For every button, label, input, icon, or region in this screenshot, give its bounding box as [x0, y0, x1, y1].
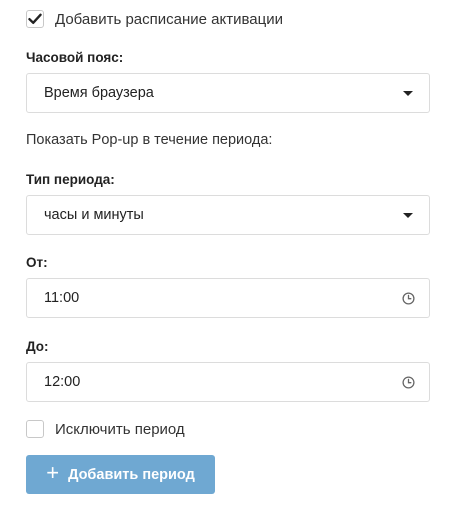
plus-icon: +: [46, 460, 60, 485]
timezone-select[interactable]: Время браузера: [26, 73, 430, 113]
exclude-period-label: Исключить период: [55, 420, 185, 438]
to-label: До:: [26, 339, 49, 354]
exclude-period-checkbox[interactable]: [26, 420, 44, 438]
from-time-input[interactable]: 11:00: [26, 278, 430, 318]
to-time-value: 12:00: [44, 374, 81, 390]
period-type-label: Тип периода:: [26, 172, 115, 187]
clock-icon[interactable]: [402, 291, 415, 305]
add-period-button[interactable]: + Добавить период: [26, 455, 215, 494]
from-time-value: 11:00: [44, 290, 80, 306]
add-period-label: Добавить период: [68, 466, 195, 483]
timezone-value: Время браузера: [44, 85, 154, 101]
clock-icon[interactable]: [402, 375, 415, 389]
chevron-down-icon: [403, 212, 413, 218]
activation-schedule-form: Добавить расписание активации Часовой по…: [0, 0, 456, 505]
from-label: От:: [26, 255, 48, 270]
enable-schedule-checkbox[interactable]: [26, 10, 44, 28]
chevron-down-icon: [403, 90, 413, 96]
exclude-period-row[interactable]: Исключить период: [26, 420, 185, 438]
enable-schedule-label: Добавить расписание активации: [55, 10, 283, 28]
enable-schedule-row[interactable]: Добавить расписание активации: [26, 10, 283, 28]
period-type-value: часы и минуты: [44, 207, 144, 223]
period-heading: Показать Pop-up в течение периода:: [26, 132, 273, 148]
to-time-input[interactable]: 12:00: [26, 362, 430, 402]
checkmark-icon: [28, 13, 42, 24]
timezone-label: Часовой пояс:: [26, 50, 124, 65]
period-type-select[interactable]: часы и минуты: [26, 195, 430, 235]
